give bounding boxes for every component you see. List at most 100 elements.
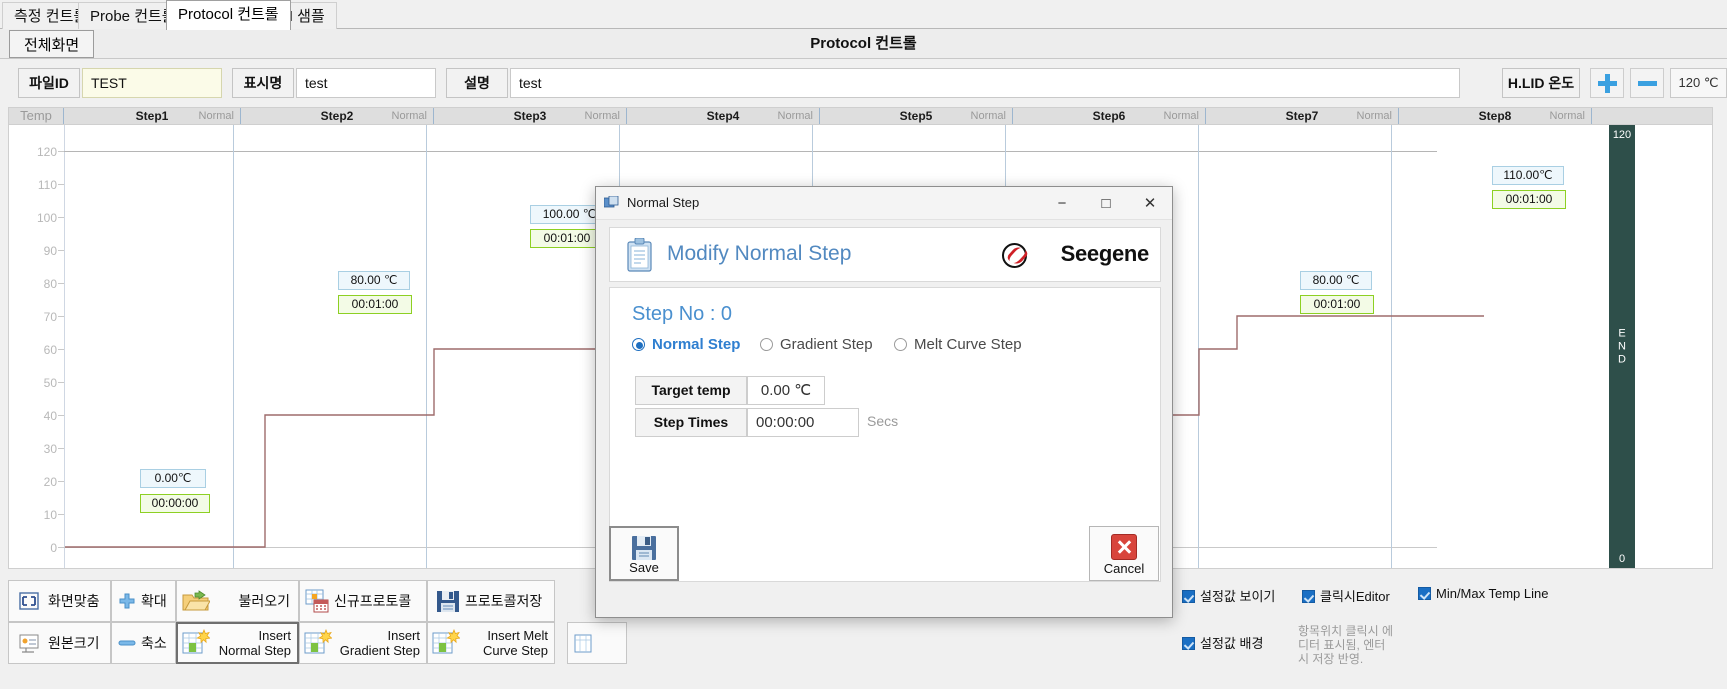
hlid-decrease-button[interactable] xyxy=(1630,68,1664,98)
step-header-type: Normal xyxy=(777,110,813,122)
dialog-footer: Save Cancel xyxy=(596,526,1172,617)
step-type-radio-group[interactable]: Normal Step Gradient Step Melt Curve Ste… xyxy=(632,336,1142,358)
new-protocol-label: 신규프로토콜 xyxy=(334,593,412,609)
step-times-label: Step Times xyxy=(635,408,747,437)
dialog-title: Normal Step xyxy=(627,195,700,210)
radio-gradient-step[interactable]: Gradient Step xyxy=(760,336,873,353)
step-temp-label[interactable]: 0.00℃ xyxy=(140,469,206,488)
checkbox-label: 설정값 배경 xyxy=(1200,636,1264,651)
target-temp-input[interactable]: 0.00 ℃ xyxy=(747,376,825,405)
normal-step-dialog[interactable]: Normal Step − □ ✕ Modify Normal Step See… xyxy=(595,186,1173,618)
step-header-3[interactable]: Step3 Normal xyxy=(434,108,627,124)
checkbox-show-setpoints[interactable]: 설정값 보이기 xyxy=(1182,586,1275,605)
step-header-5[interactable]: Step5 Normal xyxy=(820,108,1013,124)
dialog-maximize-button[interactable]: □ xyxy=(1084,187,1128,219)
display-name-input[interactable]: test xyxy=(296,68,436,98)
display-name-label: 표시명 xyxy=(232,68,294,98)
step-header-7[interactable]: Step7 Normal xyxy=(1206,108,1399,124)
step-header-type: Normal xyxy=(970,110,1006,122)
checkbox-icon xyxy=(1418,587,1431,600)
end-marker-bottom: 0 xyxy=(1618,553,1626,565)
radio-normal-step[interactable]: Normal Step xyxy=(632,336,740,353)
window-icon xyxy=(604,196,619,208)
delete-step-icon xyxy=(574,634,592,653)
end-marker-label: END xyxy=(1618,327,1626,366)
insert-normal-step-button[interactable]: Insert Normal Step xyxy=(176,622,299,664)
end-marker-bar: 120 END 0 xyxy=(1609,125,1635,568)
step-header-4[interactable]: Step4 Normal xyxy=(627,108,820,124)
target-temp-row: Target temp 0.00 ℃ xyxy=(635,376,945,405)
sub-toolbar: Protocol 컨트롤 전체화면 xyxy=(0,29,1727,59)
new-protocol-button[interactable]: 신규프로토콜 xyxy=(299,580,427,622)
floppy-disk-icon xyxy=(632,536,656,560)
step-temp-label[interactable]: 80.00 ℃ xyxy=(338,271,410,290)
step-time-label[interactable]: 00:01:00 xyxy=(338,295,412,314)
radio-icon xyxy=(760,338,773,351)
checkbox-icon xyxy=(1182,590,1195,603)
step-header-6[interactable]: Step6 Normal xyxy=(1013,108,1206,124)
insert-melt-curve-step-label: Insert Melt Curve Step xyxy=(482,628,548,658)
fit-screen-label: 화면맞춤 xyxy=(48,593,100,609)
checkbox-label: Min/Max Temp Line xyxy=(1436,586,1549,601)
plus-icon xyxy=(1597,73,1617,93)
save-button-label: Save xyxy=(629,560,659,575)
zoom-in-icon xyxy=(119,593,135,609)
file-id-input[interactable]: TEST xyxy=(82,68,222,98)
save-protocol-label: 프로토콜저장 xyxy=(465,593,543,609)
step-time-label[interactable]: 00:00:00 xyxy=(140,494,210,513)
step-header-type: Normal xyxy=(584,110,620,122)
load-protocol-button[interactable]: 불러오기 xyxy=(176,580,299,622)
checkbox-click-editor[interactable]: 클릭시Editor xyxy=(1302,586,1390,605)
zoom-in-label: 확대 xyxy=(141,593,167,609)
fit-screen-button[interactable]: 화면맞춤 xyxy=(8,580,111,622)
zoom-out-button[interactable]: 축소 xyxy=(111,622,176,664)
hlid-temp-value[interactable]: 120 ℃ xyxy=(1670,68,1727,98)
description-input[interactable]: test xyxy=(510,68,1460,98)
original-size-label: 원본크기 xyxy=(48,635,100,651)
tab-protocol-control[interactable]: Protocol 컨트롤 xyxy=(166,0,291,30)
insert-gradient-step-label: Insert Gradient Step xyxy=(339,628,420,658)
fit-screen-icon xyxy=(19,592,39,610)
dialog-titlebar[interactable]: Normal Step − □ ✕ xyxy=(596,187,1172,220)
checkbox-label: 클릭시Editor xyxy=(1320,589,1390,604)
minus-icon xyxy=(1637,73,1657,93)
save-protocol-icon xyxy=(437,590,459,612)
insert-melt-curve-step-button[interactable]: Insert Melt Curve Step xyxy=(427,622,555,664)
radio-label: Gradient Step xyxy=(780,336,873,353)
step-header-8[interactable]: Step8 Normal xyxy=(1399,108,1592,124)
dialog-close-button[interactable]: ✕ xyxy=(1128,187,1172,219)
radio-label: Normal Step xyxy=(652,336,741,353)
checkbox-setpoint-background[interactable]: 설정값 배경 xyxy=(1182,633,1263,652)
step-header-type: Normal xyxy=(1549,110,1585,122)
hlid-increase-button[interactable] xyxy=(1590,68,1624,98)
step-time-label[interactable]: 00:01:00 xyxy=(530,229,604,248)
step-header-1[interactable]: Step1 Normal xyxy=(64,108,241,124)
zoom-in-button[interactable]: 확대 xyxy=(111,580,176,622)
step-header-type: Normal xyxy=(1163,110,1199,122)
original-size-button[interactable]: 원본크기 xyxy=(8,622,111,664)
subtab-fullscreen[interactable]: 전체화면 xyxy=(9,30,95,58)
dialog-header-title: Modify Normal Step xyxy=(667,242,852,265)
dialog-minimize-button[interactable]: − xyxy=(1040,187,1084,219)
hidden-toolbar-button[interactable] xyxy=(567,622,627,664)
new-protocol-icon xyxy=(305,589,329,613)
radio-melt-curve-step[interactable]: Melt Curve Step xyxy=(894,336,1022,353)
target-temp-label: Target temp xyxy=(635,376,747,405)
main-tabstrip: 측정 컨트롤 Probe 컨트롤 Protocol 컨트롤 UI 샘플 xyxy=(0,0,1727,30)
step-times-input[interactable]: 00:00:00 xyxy=(747,408,859,437)
radio-icon xyxy=(632,338,645,351)
save-protocol-button[interactable]: 프로토콜저장 xyxy=(427,580,555,622)
checkbox-minmax-temp-line[interactable]: Min/Max Temp Line xyxy=(1418,586,1548,601)
editor-hint-text: 항목위치 클릭시 에 디터 표시됨, 엔터 시 저장 반영. xyxy=(1298,624,1393,666)
cancel-button[interactable]: Cancel xyxy=(1089,526,1159,581)
step-temp-label[interactable]: 110.00℃ xyxy=(1492,166,1564,185)
step-header-row: Temp Step1 Normal Step2 Normal Step3 Nor… xyxy=(8,107,1713,125)
step-temp-label[interactable]: 80.00 ℃ xyxy=(1300,271,1372,290)
step-time-label[interactable]: 00:01:00 xyxy=(1492,190,1566,209)
insert-gradient-step-button[interactable]: Insert Gradient Step xyxy=(299,622,427,664)
brand-name: Seegene xyxy=(1060,241,1150,266)
save-button[interactable]: Save xyxy=(609,526,679,581)
step-time-label[interactable]: 00:01:00 xyxy=(1300,295,1374,314)
radio-icon xyxy=(894,338,907,351)
step-header-2[interactable]: Step2 Normal xyxy=(241,108,434,124)
